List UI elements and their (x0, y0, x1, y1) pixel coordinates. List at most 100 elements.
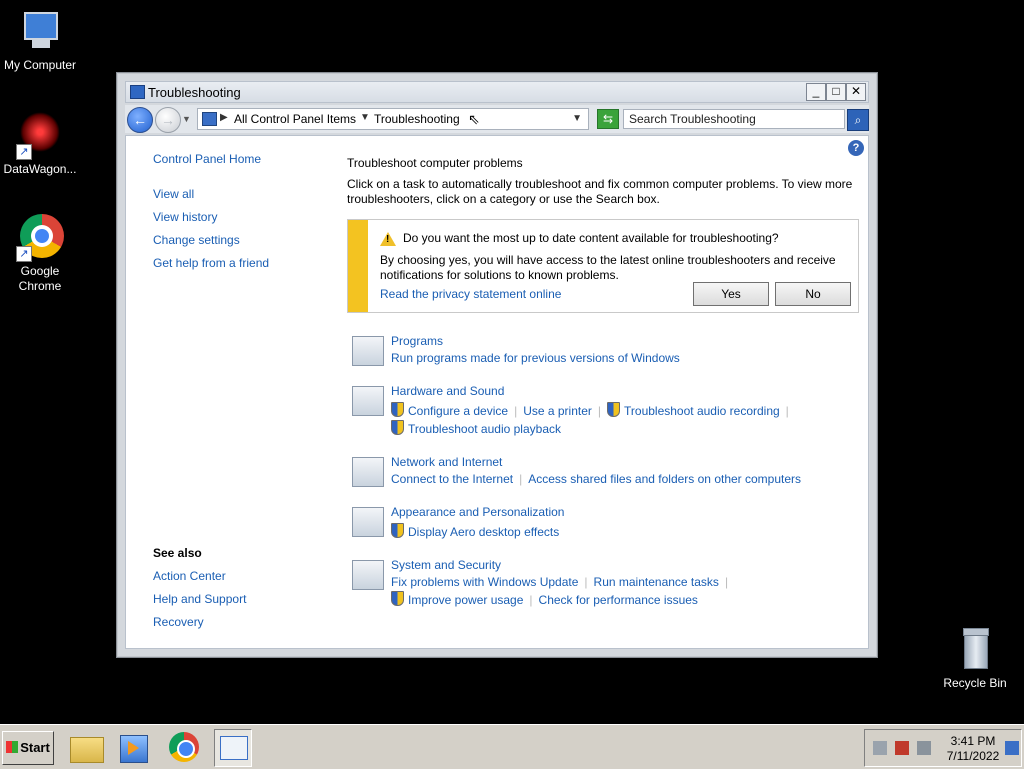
control-panel-icon (220, 736, 248, 760)
category-title[interactable]: Hardware and Sound (391, 384, 504, 398)
nav-get-help-from-friend[interactable]: Get help from a friend (153, 256, 333, 270)
breadcrumb-item[interactable]: All Control Panel Items (234, 112, 356, 126)
category-title[interactable]: Programs (391, 334, 443, 348)
desktop-icon-label: DataWagon... (3, 162, 77, 176)
task-link[interactable]: Run maintenance tasks (594, 575, 719, 589)
show-desktop-icon[interactable] (1005, 741, 1019, 755)
clock[interactable]: 3:41 PM 7/11/2022 (943, 734, 1003, 764)
taskbar-control-panel[interactable] (214, 729, 252, 767)
taskbar-media-player[interactable] (116, 729, 152, 765)
address-dropdown-icon[interactable]: ▼ (572, 113, 582, 124)
title-bar[interactable]: Troubleshooting _ □ ✕ (125, 81, 869, 103)
datawagon-icon: ↗ (16, 112, 64, 160)
task-link[interactable]: Troubleshoot audio playback (408, 422, 561, 436)
close-button[interactable]: ✕ (846, 83, 866, 101)
task-link[interactable]: Configure a device (408, 404, 508, 418)
start-button[interactable]: Start (2, 731, 54, 765)
recycle-bin-icon (951, 626, 999, 674)
chrome-center (177, 740, 195, 758)
task-link[interactable]: Check for performance issues (539, 593, 698, 607)
system-tray: 3:41 PM 7/11/2022 (864, 729, 1022, 767)
nav-view-all[interactable]: View all (153, 187, 333, 201)
refresh-icon: ⇆ (602, 112, 614, 126)
forward-arrow-icon: → (161, 112, 175, 128)
infobar-stripe (348, 220, 368, 312)
uac-shield-icon (391, 402, 404, 417)
separator: | (514, 404, 518, 418)
separator: | (529, 593, 533, 607)
task-link[interactable]: Run programs made for previous versions … (391, 351, 680, 365)
shortcut-arrow-icon: ↗ (16, 144, 32, 160)
search-input[interactable]: Search Troubleshooting (623, 109, 845, 129)
uac-shield-icon (391, 523, 404, 538)
desktop-icon-label: Google Chrome (18, 264, 62, 293)
maximize-button[interactable]: □ (826, 83, 846, 101)
see-also-action-center[interactable]: Action Center (153, 569, 333, 583)
help-icon[interactable]: ? (848, 140, 864, 156)
search-button[interactable]: ⌕ (847, 109, 869, 131)
nav-control-panel-home[interactable]: Control Panel Home (153, 152, 333, 166)
category-title[interactable]: Network and Internet (391, 455, 502, 469)
separator: | (597, 404, 602, 418)
uac-shield-icon (391, 420, 404, 435)
chevron-down-icon[interactable]: ▼ (360, 112, 370, 123)
desktop-icon-recycle-bin[interactable]: Recycle Bin (935, 626, 1015, 691)
uac-shield-icon (391, 591, 404, 606)
search-icon: ⌕ (854, 113, 862, 127)
appearance-and-personalization-icon (352, 507, 384, 537)
task-row: Display Aero desktop effects (391, 523, 559, 539)
control-panel-icon (130, 85, 145, 99)
task-link[interactable]: Fix problems with Windows Update (391, 575, 578, 589)
back-arrow-icon: ← (133, 112, 147, 128)
desktop-icon-google-chrome[interactable]: ↗ Google Chrome (0, 214, 80, 294)
back-button[interactable]: ← (127, 107, 153, 133)
network-and-internet-icon (352, 457, 384, 487)
taskbar-chrome[interactable] (166, 729, 202, 765)
task-row: Troubleshoot audio playback (391, 420, 561, 436)
task-link[interactable]: Use a printer (523, 404, 592, 418)
forward-button[interactable]: → (155, 107, 181, 133)
chrome-icon: ↗ (16, 214, 64, 262)
chevron-right-icon[interactable]: ▶ (220, 112, 228, 123)
taskbar: Start 3:41 PM 7/11/2022 (0, 724, 1024, 769)
window-title: Troubleshooting (148, 85, 241, 100)
volume-icon[interactable] (917, 741, 931, 755)
see-also-help-and-support[interactable]: Help and Support (153, 592, 333, 606)
content-pane: ? Control Panel Home View all View histo… (125, 135, 869, 649)
separator: | (785, 404, 789, 418)
category-title[interactable]: System and Security (391, 558, 501, 572)
refresh-button[interactable]: ⇆ (597, 109, 619, 129)
task-row: Connect to the Internet | Access shared fi… (391, 472, 801, 486)
desktop-icon-label: Recycle Bin (943, 676, 1007, 690)
start-label: Start (20, 740, 50, 755)
nav-change-settings[interactable]: Change settings (153, 233, 333, 247)
minimize-button[interactable]: _ (806, 83, 826, 101)
breadcrumb[interactable]: ▶ All Control Panel Items ▼ Troubleshoot… (197, 108, 589, 130)
desktop-icon-my-computer[interactable]: My Computer (0, 8, 80, 73)
desktop-icon-datawagon[interactable]: ↗ DataWagon... (0, 112, 80, 177)
desktop-icon-label: My Computer (3, 58, 77, 72)
task-link[interactable]: Display Aero desktop effects (408, 525, 559, 539)
see-also-recovery[interactable]: Recovery (153, 615, 333, 629)
mouse-cursor-icon: ⇖ (468, 111, 480, 127)
task-link[interactable]: Improve power usage (408, 593, 523, 607)
breadcrumb-item[interactable]: Troubleshooting (374, 112, 460, 126)
task-link[interactable]: Connect to the Internet (391, 472, 513, 486)
privacy-statement-link[interactable]: Read the privacy statement online (380, 287, 561, 301)
network-icon[interactable] (873, 741, 887, 755)
yes-button[interactable]: Yes (693, 282, 769, 306)
no-button[interactable]: No (775, 282, 851, 306)
nav-view-history[interactable]: View history (153, 210, 333, 224)
recent-pages-dropdown-icon[interactable]: ▼ (182, 114, 191, 124)
category-title[interactable]: Appearance and Personalization (391, 505, 564, 519)
separator: | (724, 575, 729, 589)
taskbar-explorer[interactable] (68, 729, 104, 765)
task-row: Configure a device | Use a printer | Trouble… (391, 402, 795, 418)
task-link[interactable]: Access shared files and folders on other… (528, 472, 801, 486)
folder-icon (70, 737, 104, 763)
task-link[interactable]: Troubleshoot audio recording (624, 404, 780, 418)
hardware-and-sound-icon (352, 386, 384, 416)
online-content-infobar: ! Do you want the most up to date conten… (347, 219, 859, 313)
action-center-icon[interactable] (895, 741, 909, 755)
system-and-security-icon (352, 560, 384, 590)
